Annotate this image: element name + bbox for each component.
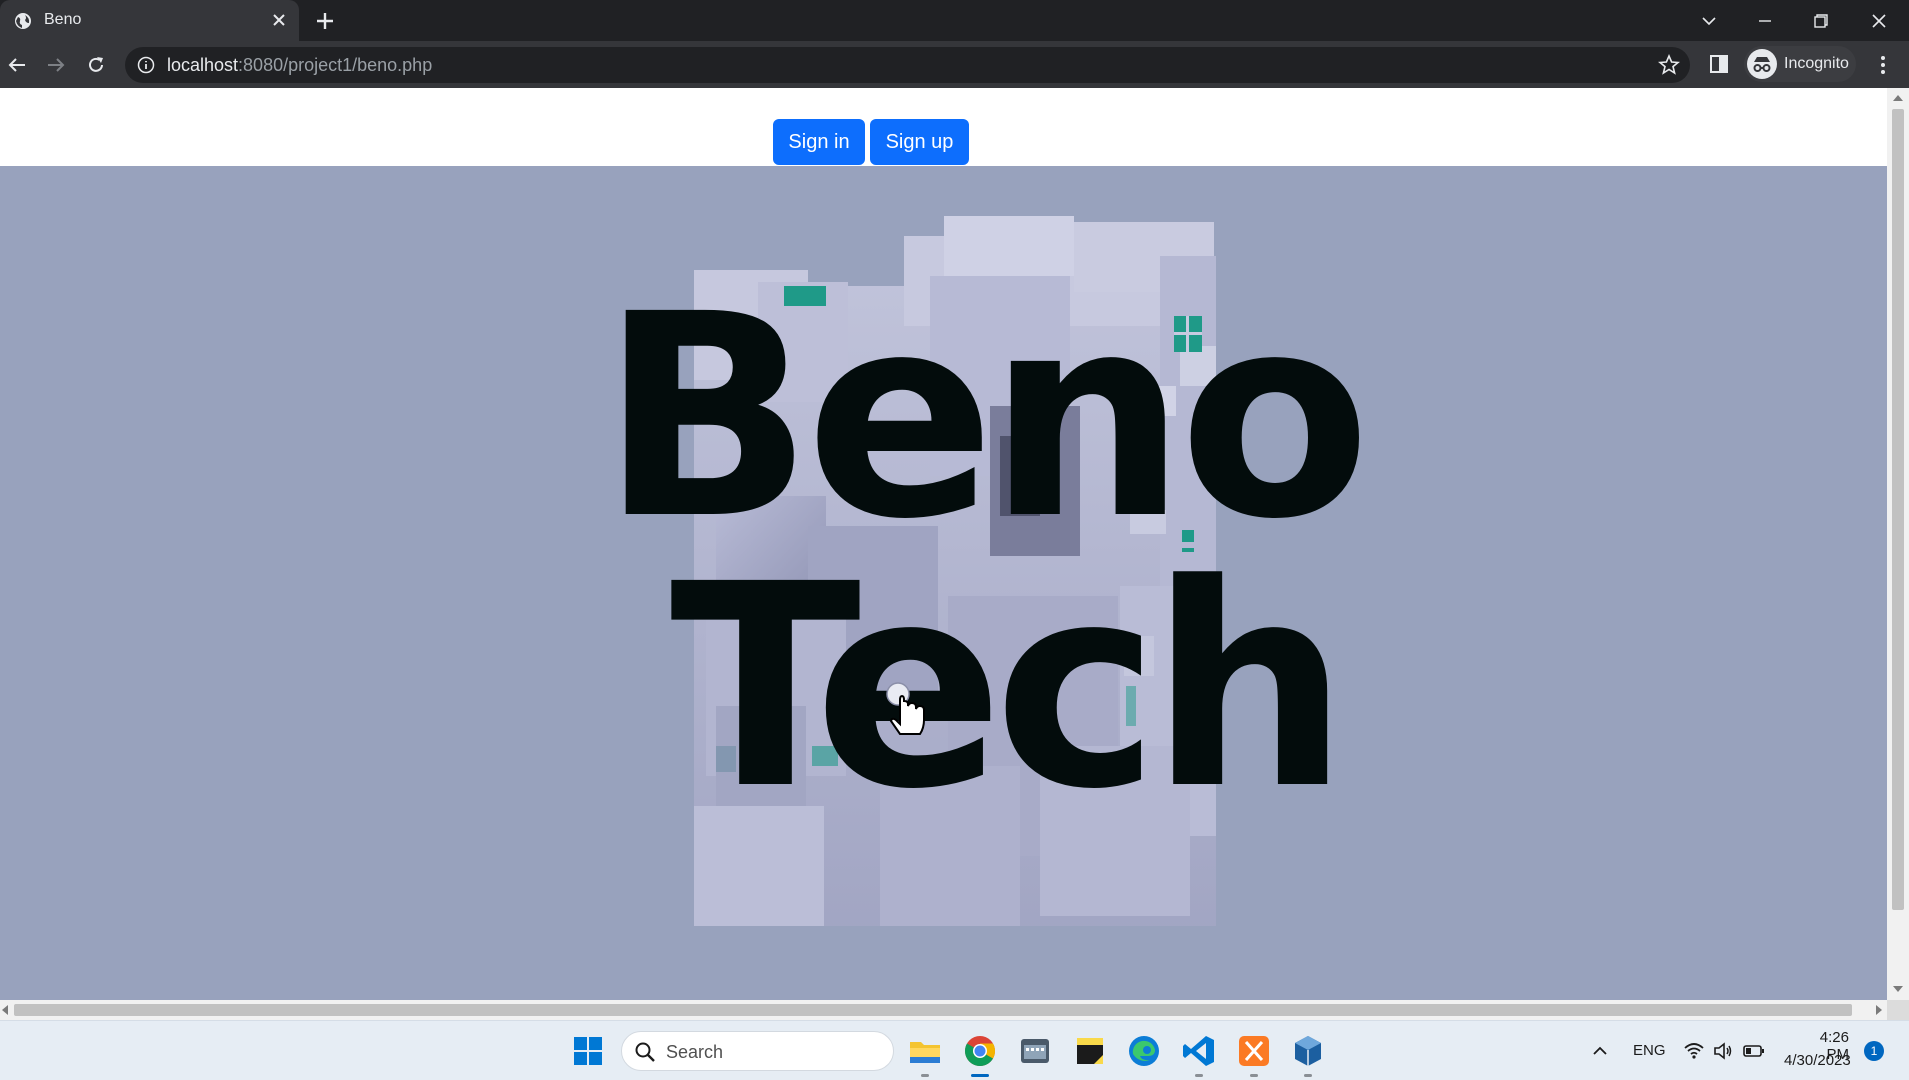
incognito-profile-button[interactable]: Incognito xyxy=(1744,46,1856,82)
browser-tabstrip: Beno xyxy=(0,0,1909,41)
incognito-icon xyxy=(1747,49,1777,79)
windows-taskbar: Search ENG 4:26 PM 4/30/2023 1 xyxy=(0,1020,1909,1080)
wifi-icon[interactable] xyxy=(1683,1040,1705,1062)
keyboard-app-icon[interactable] xyxy=(1017,1033,1053,1069)
browser-tab[interactable]: Beno xyxy=(0,0,299,41)
vscode-running-indicator xyxy=(1195,1074,1203,1077)
notification-badge[interactable]: 1 xyxy=(1864,1041,1884,1061)
scrollbar-corner xyxy=(1887,1000,1909,1020)
hero-title-line2: Tech xyxy=(670,525,1349,851)
address-bar[interactable]: localhost:8080/project1/beno.php xyxy=(125,47,1690,83)
show-hidden-icons-chevron-icon[interactable] xyxy=(1590,1041,1610,1061)
tab-search-chevron-icon[interactable] xyxy=(1696,8,1722,34)
scroll-up-arrow-icon[interactable] xyxy=(1893,95,1903,101)
minimize-icon[interactable] xyxy=(1752,8,1778,34)
battery-icon[interactable] xyxy=(1742,1040,1766,1062)
virtualbox-running-indicator xyxy=(1304,1074,1312,1077)
site-info-icon[interactable] xyxy=(137,56,155,74)
incognito-label: Incognito xyxy=(1784,55,1849,72)
file-explorer-icon[interactable] xyxy=(907,1033,943,1069)
volume-icon[interactable] xyxy=(1712,1040,1734,1062)
page-viewport: Sign in Sign up Beno Tech xyxy=(0,88,1909,1020)
taskbar-search-box[interactable]: Search xyxy=(621,1031,894,1071)
file-explorer-running-indicator xyxy=(921,1074,929,1077)
edge-icon[interactable] xyxy=(1126,1033,1162,1069)
search-placeholder: Search xyxy=(666,1042,724,1062)
chrome-icon[interactable] xyxy=(962,1033,998,1069)
hand-cursor-icon xyxy=(886,682,925,735)
chrome-active-indicator xyxy=(971,1074,989,1077)
forward-arrow-icon[interactable] xyxy=(44,53,68,77)
bookmark-star-icon[interactable] xyxy=(1658,54,1680,76)
reload-icon[interactable] xyxy=(84,53,108,77)
hero-section: Beno Tech xyxy=(0,166,1887,1000)
sign-up-button[interactable]: Sign up xyxy=(870,119,969,165)
windows-start-icon[interactable] xyxy=(570,1033,606,1069)
page-header: Sign in Sign up xyxy=(0,88,1887,166)
scroll-left-arrow-icon[interactable] xyxy=(2,1005,8,1015)
side-panel-icon[interactable] xyxy=(1708,53,1730,75)
clock-date[interactable]: 4/30/2023 xyxy=(1784,1052,1851,1069)
vscode-icon[interactable] xyxy=(1181,1033,1217,1069)
xampp-icon[interactable] xyxy=(1236,1033,1272,1069)
horizontal-scrollbar[interactable] xyxy=(0,1000,1887,1020)
new-tab-icon[interactable] xyxy=(314,10,336,32)
hero-title-line1: Beno xyxy=(600,255,1371,581)
search-icon xyxy=(635,1042,655,1062)
vertical-scrollbar[interactable] xyxy=(1887,88,1909,1000)
tab-title: Beno xyxy=(44,11,82,28)
vertical-scroll-thumb[interactable] xyxy=(1892,109,1904,910)
xampp-running-indicator xyxy=(1250,1074,1258,1077)
url-text[interactable]: localhost:8080/project1/beno.php xyxy=(167,55,432,76)
input-language-indicator[interactable]: ENG xyxy=(1633,1042,1666,1059)
sign-in-button[interactable]: Sign in xyxy=(773,119,865,165)
more-menu-icon[interactable] xyxy=(1872,53,1894,77)
scroll-right-arrow-icon[interactable] xyxy=(1876,1005,1882,1015)
close-tab-icon[interactable] xyxy=(269,10,289,30)
virtualbox-icon[interactable] xyxy=(1290,1033,1326,1069)
restore-icon[interactable] xyxy=(1808,8,1834,34)
horizontal-scroll-thumb[interactable] xyxy=(14,1004,1852,1016)
browser-toolbar: localhost:8080/project1/beno.php Incogni… xyxy=(0,41,1909,88)
scroll-down-arrow-icon[interactable] xyxy=(1893,986,1903,992)
globe-icon xyxy=(15,13,31,29)
sticky-notes-icon[interactable] xyxy=(1072,1033,1108,1069)
close-window-icon[interactable] xyxy=(1866,8,1892,34)
back-arrow-icon[interactable] xyxy=(5,53,29,77)
